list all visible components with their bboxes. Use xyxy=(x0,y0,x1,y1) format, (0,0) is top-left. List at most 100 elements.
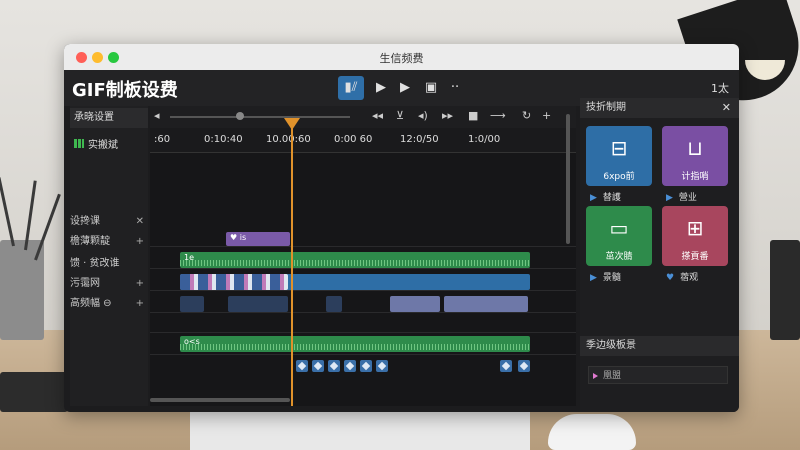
timeline-toolbar: ◂ ◂◂ ⊻ ◂) ▸▸ ■ ⟶ ↻ + xyxy=(150,106,576,128)
properties-field[interactable]: 凰盟 xyxy=(588,366,728,384)
play-icon: ▶ xyxy=(376,80,386,95)
tile-label: 茁次腈 xyxy=(605,252,633,262)
effect-tile[interactable]: ⊞ 搽貢番 xyxy=(662,206,728,266)
effect-tile[interactable]: ▭ 茁次腈 xyxy=(586,206,652,266)
more-button[interactable]: ·· xyxy=(444,76,466,100)
close-icon[interactable]: ✕ xyxy=(722,98,731,118)
tile-sublabel: ♥ 蓿观 xyxy=(666,273,699,283)
keyboard xyxy=(0,372,68,412)
window-titlebar: 生信频费 xyxy=(64,44,739,70)
ruler-tick: 1:0/00 xyxy=(468,134,501,145)
ruler-tick: 0:00 60 xyxy=(334,134,373,145)
track-divider xyxy=(150,290,576,291)
keyframe[interactable] xyxy=(312,360,324,372)
playhead-handle[interactable] xyxy=(284,118,300,130)
broll-segment[interactable] xyxy=(228,296,288,312)
rewind-icon[interactable]: ◂◂ xyxy=(372,109,383,122)
monitor-stand xyxy=(190,408,530,450)
track-divider xyxy=(150,332,576,333)
track-label[interactable]: 污霭网 + xyxy=(70,274,148,294)
track-divider xyxy=(150,312,576,313)
close-icon[interactable]: ✕ xyxy=(136,212,144,232)
export-button[interactable]: ▣ xyxy=(420,76,442,100)
horizontal-scrollbar[interactable] xyxy=(150,398,290,402)
keyframe[interactable] xyxy=(328,360,340,372)
download-icon: ⊔ xyxy=(687,136,703,160)
tile-sublabel: ▶ 營业 xyxy=(666,193,697,203)
stop-icon[interactable]: ■ xyxy=(468,109,478,122)
title-clip[interactable]: ♥ is xyxy=(226,232,290,246)
ruler-tick: 12:0/50 xyxy=(400,134,439,145)
ruler-tick: :60 xyxy=(154,134,171,145)
split-icon: ⊞ xyxy=(686,216,704,240)
timeline-panel: ◂ ◂◂ ⊻ ◂) ▸▸ ■ ⟶ ↻ + :60 0:10:40 10.00:6… xyxy=(150,106,576,406)
zoom-slider[interactable] xyxy=(170,116,350,118)
track-label[interactable]: 高频幅 ⊖ + xyxy=(70,294,148,314)
right-panel-header: 技折制期 ✕ xyxy=(580,98,739,118)
arrow-right-icon[interactable]: ⟶ xyxy=(490,109,506,122)
keyframe[interactable] xyxy=(518,360,530,372)
edit-tool-icon: ▮⫽ xyxy=(344,80,358,95)
track-label[interactable]: 馈 · 贫改谁 xyxy=(70,254,148,274)
track-label[interactable]: 檐薄颗靛 + xyxy=(70,232,148,252)
tile-label: 计指哨 xyxy=(681,172,709,182)
waveform xyxy=(180,260,530,266)
broll-segment[interactable] xyxy=(180,296,204,312)
tile-label: 搽貢番 xyxy=(681,252,709,262)
broll-segment[interactable] xyxy=(390,296,440,312)
left-panel-header: 承晓设置 xyxy=(70,108,148,128)
audio-clip[interactable]: 1e xyxy=(180,252,530,268)
pen-holder xyxy=(770,240,800,340)
step-forward-button[interactable]: ▶ xyxy=(394,76,416,100)
broll-segment[interactable] xyxy=(444,296,528,312)
clip-label: ♥ is xyxy=(230,233,247,242)
keyframe[interactable] xyxy=(296,360,308,372)
ruler-tick: 10.00:60 xyxy=(266,134,311,145)
export-icon: ▣ xyxy=(424,80,438,95)
vertical-scrollbar[interactable] xyxy=(566,114,570,244)
forward-icon[interactable]: ▸▸ xyxy=(442,109,453,122)
right-panel: 技折制期 ✕ ⊟ 6xpo前 ⊔ 计指哨 ▶ 替護 ▶ 營业 ▭ 茁次腈 ⊞ 搽貢番… xyxy=(580,98,739,412)
audio-clip-2[interactable]: o<s xyxy=(180,336,530,352)
track-label[interactable]: 设搀课 ✕ xyxy=(70,212,148,232)
add-icon[interactable]: + xyxy=(542,109,551,122)
broll-segment[interactable] xyxy=(326,296,342,312)
back-icon[interactable]: ◂ xyxy=(154,109,160,122)
split-tool-icon[interactable]: ⊻ xyxy=(396,109,404,122)
add-icon[interactable]: + xyxy=(136,294,144,314)
add-icon[interactable]: + xyxy=(136,232,144,252)
tile-sublabel: ▶ 景髓 xyxy=(590,273,621,283)
briefcase-icon: ⊟ xyxy=(610,136,628,160)
tile-label: 6xpo前 xyxy=(603,172,635,182)
monitor-icon: ▭ xyxy=(609,216,629,240)
keyframe[interactable] xyxy=(376,360,388,372)
header-right-label: 1太 xyxy=(711,82,729,95)
more-icon: ·· xyxy=(450,80,460,95)
effect-tile[interactable]: ⊔ 计指哨 xyxy=(662,126,728,186)
effect-tile[interactable]: ⊟ 6xpo前 xyxy=(586,126,652,186)
play-button[interactable]: ▶ xyxy=(370,76,392,100)
track-divider xyxy=(150,268,576,269)
window-title: 生信频费 xyxy=(379,52,424,65)
tile-sublabel: ▶ 替護 xyxy=(590,193,621,203)
volume-icon[interactable]: ◂) xyxy=(418,109,428,122)
loop-icon[interactable]: ↻ xyxy=(522,109,531,122)
track-divider xyxy=(150,246,576,247)
computer-mouse xyxy=(548,414,636,450)
playhead[interactable] xyxy=(291,120,293,406)
keyframe[interactable] xyxy=(500,360,512,372)
step-forward-icon: ▶ xyxy=(400,80,410,95)
video-thumbnails xyxy=(180,274,288,290)
waveform xyxy=(180,344,530,350)
keyframe[interactable] xyxy=(360,360,372,372)
keyframe[interactable] xyxy=(344,360,356,372)
bars-icon xyxy=(74,139,84,148)
add-icon[interactable]: + xyxy=(136,274,144,294)
left-panel-item[interactable]: 实搬斌 xyxy=(74,136,118,151)
zoom-slider-handle[interactable] xyxy=(236,112,244,120)
time-ruler[interactable]: :60 0:10:40 10.00:60 0:00 60 12:0/50 1:0… xyxy=(150,128,576,153)
right-panel-section-header: 季边级板景 xyxy=(580,336,739,356)
app-window: 生信频费 GIF制板设费 ▮⫽ ▶ ▶ ▣ ·· 1太 承晓设置 实搬斌 设搀课… xyxy=(64,44,739,412)
edit-tool-button[interactable]: ▮⫽ xyxy=(338,76,364,100)
ruler-tick: 0:10:40 xyxy=(204,134,243,145)
